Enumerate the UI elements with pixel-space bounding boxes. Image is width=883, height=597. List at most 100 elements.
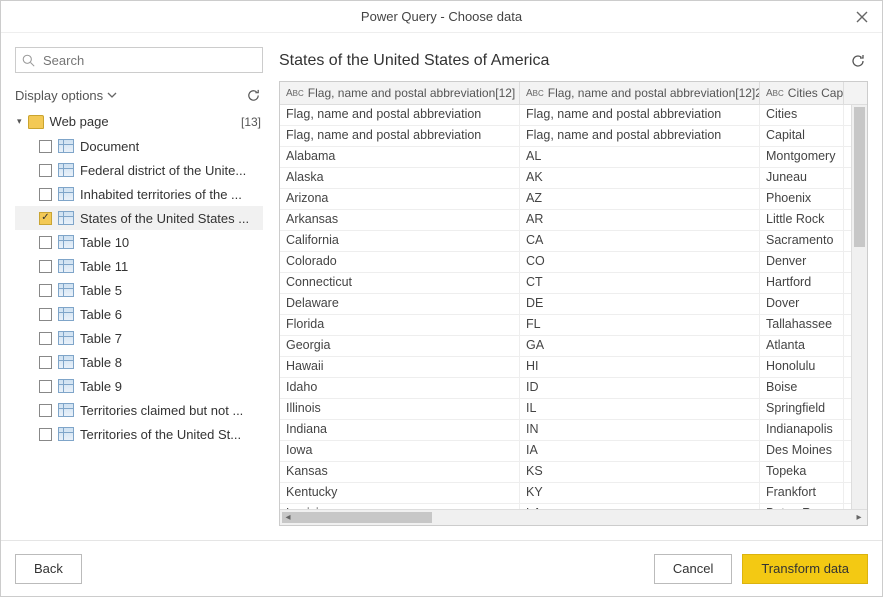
checkbox[interactable] — [39, 212, 52, 225]
horizontal-scrollbar[interactable]: ◂ ▸ — [280, 509, 867, 525]
text-type-icon: ABC — [766, 88, 784, 99]
search-input[interactable] — [41, 52, 256, 69]
tree-root-label: Web page — [50, 114, 109, 129]
cell: HI — [520, 357, 760, 377]
cell: IN — [520, 420, 760, 440]
cell: Alabama — [280, 147, 520, 167]
grid-rows: Flag, name and postal abbreviationFlag, … — [280, 105, 851, 509]
table-row[interactable]: IowaIADes Moines — [280, 441, 851, 462]
cell: Arkansas — [280, 210, 520, 230]
cell: Dover — [760, 294, 844, 314]
table-row[interactable]: FloridaFLTallahassee — [280, 315, 851, 336]
table-row[interactable]: IllinoisILSpringfield — [280, 399, 851, 420]
table-row[interactable]: IdahoIDBoise — [280, 378, 851, 399]
cell: Capital — [760, 126, 844, 146]
tree-item[interactable]: Federal district of the Unite... — [15, 158, 263, 182]
checkbox[interactable] — [39, 284, 52, 297]
checkbox[interactable] — [39, 428, 52, 441]
tree-item[interactable]: Territories of the United St... — [15, 422, 263, 446]
search-input-wrap[interactable] — [15, 47, 263, 73]
tree-item[interactable]: Table 7 — [15, 326, 263, 350]
cell: Flag, name and postal abbreviation — [520, 126, 760, 146]
vertical-scroll-thumb[interactable] — [854, 107, 865, 247]
scroll-left-arrow[interactable]: ◂ — [282, 512, 294, 524]
table-row[interactable]: ArkansasARLittle Rock — [280, 210, 851, 231]
tree-item-label: Table 11 — [80, 259, 128, 274]
cancel-button[interactable]: Cancel — [654, 554, 732, 584]
table-icon — [58, 283, 74, 297]
tree-item[interactable]: States of the United States ... — [15, 206, 263, 230]
checkbox[interactable] — [39, 140, 52, 153]
table-row[interactable]: ConnecticutCTHartford — [280, 273, 851, 294]
close-button[interactable] — [850, 5, 874, 29]
refresh-button[interactable] — [243, 85, 263, 105]
cell: KS — [520, 462, 760, 482]
table-icon — [58, 331, 74, 345]
vertical-scrollbar[interactable] — [851, 105, 867, 509]
checkbox[interactable] — [39, 236, 52, 249]
column-header[interactable]: ABC Flag, name and postal abbreviation[1… — [520, 82, 760, 104]
checkbox[interactable] — [39, 332, 52, 345]
tree-item[interactable]: Territories claimed but not ... — [15, 398, 263, 422]
table-icon — [58, 139, 74, 153]
preview-refresh-button[interactable] — [848, 51, 868, 71]
table-icon — [58, 355, 74, 369]
cell: Colorado — [280, 252, 520, 272]
horizontal-scroll-thumb[interactable] — [282, 512, 432, 523]
checkbox[interactable] — [39, 260, 52, 273]
cell: Iowa — [280, 441, 520, 461]
cell: Phoenix — [760, 189, 844, 209]
column-header[interactable]: ABC Cities Capital — [760, 82, 844, 104]
tree-item-label: Document — [80, 139, 139, 154]
table-row[interactable]: HawaiiHIHonolulu — [280, 357, 851, 378]
tree-item[interactable]: Table 11 — [15, 254, 263, 278]
tree-item[interactable]: Table 5 — [15, 278, 263, 302]
cell: Montgomery — [760, 147, 844, 167]
table-row[interactable]: KentuckyKYFrankfort — [280, 483, 851, 504]
checkbox[interactable] — [39, 308, 52, 321]
tree-item[interactable]: Table 10 — [15, 230, 263, 254]
tree-item[interactable]: Document — [15, 134, 263, 158]
checkbox[interactable] — [39, 380, 52, 393]
tree-root[interactable]: ▾ Web page [13] — [15, 111, 263, 132]
table-row[interactable]: IndianaINIndianapolis — [280, 420, 851, 441]
grid-body: Flag, name and postal abbreviationFlag, … — [280, 105, 867, 509]
text-type-icon: ABC — [286, 88, 304, 99]
checkbox[interactable] — [39, 164, 52, 177]
search-icon — [22, 54, 35, 67]
tree-item[interactable]: Table 8 — [15, 350, 263, 374]
table-row[interactable]: DelawareDEDover — [280, 294, 851, 315]
tree-item[interactable]: Inhabited territories of the ... — [15, 182, 263, 206]
cell: Des Moines — [760, 441, 844, 461]
table-row[interactable]: KansasKSTopeka — [280, 462, 851, 483]
titlebar: Power Query - Choose data — [1, 1, 882, 33]
table-row[interactable]: Flag, name and postal abbreviationFlag, … — [280, 105, 851, 126]
table-row[interactable]: ArizonaAZPhoenix — [280, 189, 851, 210]
cell: Hartford — [760, 273, 844, 293]
back-button[interactable]: Back — [15, 554, 82, 584]
table-row[interactable]: Flag, name and postal abbreviationFlag, … — [280, 126, 851, 147]
checkbox[interactable] — [39, 404, 52, 417]
checkbox[interactable] — [39, 356, 52, 369]
tree-item[interactable]: Table 6 — [15, 302, 263, 326]
cell: Frankfort — [760, 483, 844, 503]
dialog-footer: Back Cancel Transform data — [1, 540, 882, 596]
table-row[interactable]: CaliforniaCASacramento — [280, 231, 851, 252]
table-row[interactable]: ColoradoCODenver — [280, 252, 851, 273]
column-header[interactable]: ABC Flag, name and postal abbreviation[1… — [280, 82, 520, 104]
display-options-toggle[interactable]: Display options — [15, 88, 117, 103]
cell: Delaware — [280, 294, 520, 314]
table-row[interactable]: GeorgiaGAAtlanta — [280, 336, 851, 357]
table-row[interactable]: AlabamaALMontgomery — [280, 147, 851, 168]
table-row[interactable]: AlaskaAKJuneau — [280, 168, 851, 189]
tree-root-count: [13] — [241, 115, 261, 129]
transform-data-button[interactable]: Transform data — [742, 554, 868, 584]
tree-item-label: Inhabited territories of the ... — [80, 187, 242, 202]
display-options-label: Display options — [15, 88, 103, 103]
tree-item[interactable]: Table 9 — [15, 374, 263, 398]
table-icon — [58, 187, 74, 201]
table-icon — [58, 307, 74, 321]
table-icon — [58, 403, 74, 417]
checkbox[interactable] — [39, 188, 52, 201]
scroll-right-arrow[interactable]: ▸ — [853, 512, 865, 524]
